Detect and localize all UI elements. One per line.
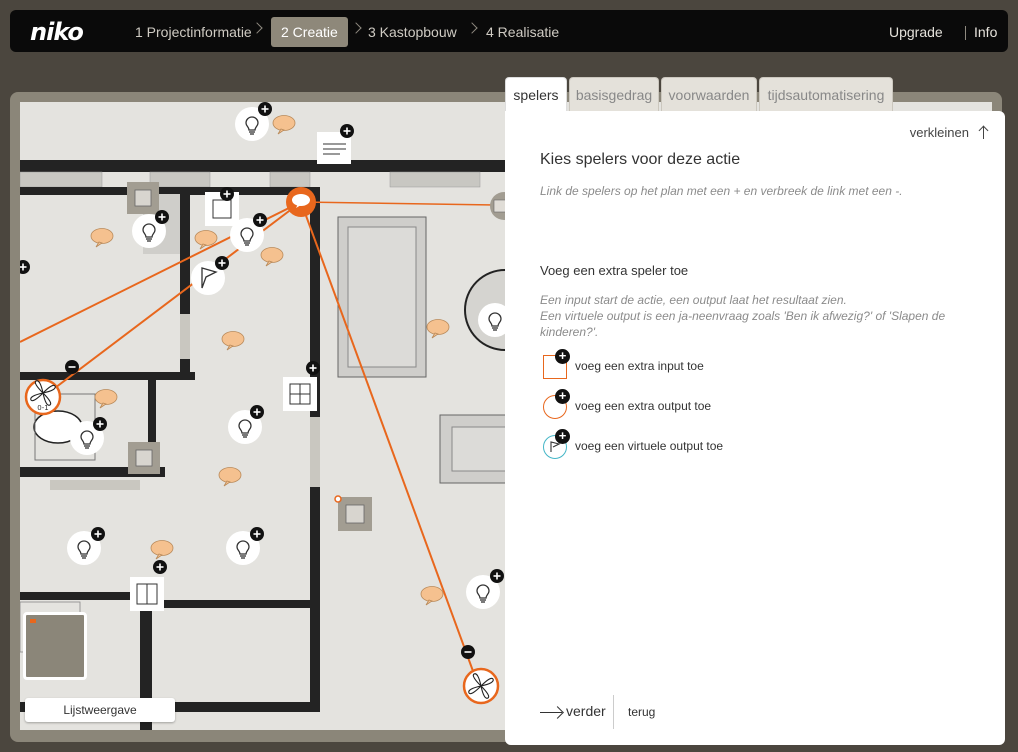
niko-logo: niko xyxy=(30,18,84,46)
upgrade-link[interactable]: Upgrade xyxy=(889,24,943,40)
step-creatie[interactable]: 2 Creatie xyxy=(271,17,348,47)
add-virtual-label: voeg een virtuele output toe xyxy=(575,439,724,453)
list-view-button[interactable]: Lijstweergave xyxy=(25,698,175,722)
step-projectinformatie[interactable]: 1 Projectinformatie xyxy=(125,17,262,47)
arrow-up-icon[interactable] xyxy=(979,125,989,139)
arrow-right-icon[interactable] xyxy=(540,712,562,713)
back-button[interactable]: terug xyxy=(628,705,655,719)
step-realisatie[interactable]: 4 Realisatie xyxy=(476,17,569,47)
panel-info-line2: Een virtuele output is een ja-neenvraag … xyxy=(540,309,946,339)
header-divider xyxy=(965,26,966,40)
add-input-label: voeg een extra input toe xyxy=(575,359,704,373)
panel-info: Een input start de actie, een output laa… xyxy=(540,292,960,340)
panel-hint: Link de spelers op het plan met een + en… xyxy=(540,184,903,198)
plus-icon: + xyxy=(555,349,570,364)
svg-text:0-1: 0-1 xyxy=(37,404,48,412)
plus-icon: + xyxy=(555,389,570,404)
panel-info-line1: Een input start de actie, een output laa… xyxy=(540,293,847,307)
tab-spelers[interactable]: spelers xyxy=(505,77,567,113)
tab-voorwaarden[interactable]: voorwaarden xyxy=(661,77,757,111)
panel-subtitle: Voeg een extra speler toe xyxy=(540,263,689,278)
plus-icon: + xyxy=(555,429,570,444)
add-output-label: voeg een extra output toe xyxy=(575,399,712,413)
next-button[interactable]: verder xyxy=(566,703,606,719)
minimap-marker xyxy=(30,619,36,623)
actions-panel: verkleinen Kies spelers voor deze actie … xyxy=(505,111,1005,745)
footer-divider xyxy=(613,695,614,729)
top-bar: niko 1 Projectinformatie 2 Creatie 3 Kas… xyxy=(10,10,1008,52)
plan-minimap[interactable] xyxy=(23,612,87,680)
tab-basisgedrag[interactable]: basisgedrag xyxy=(569,77,659,111)
tab-tijdsautomatisering[interactable]: tijdsautomatisering xyxy=(759,77,893,111)
panel-title: Kies spelers voor deze actie xyxy=(540,151,741,168)
info-link[interactable]: Info xyxy=(974,24,997,40)
collapse-link[interactable]: verkleinen xyxy=(910,125,969,140)
step-kastopbouw[interactable]: 3 Kastopbouw xyxy=(358,17,467,47)
